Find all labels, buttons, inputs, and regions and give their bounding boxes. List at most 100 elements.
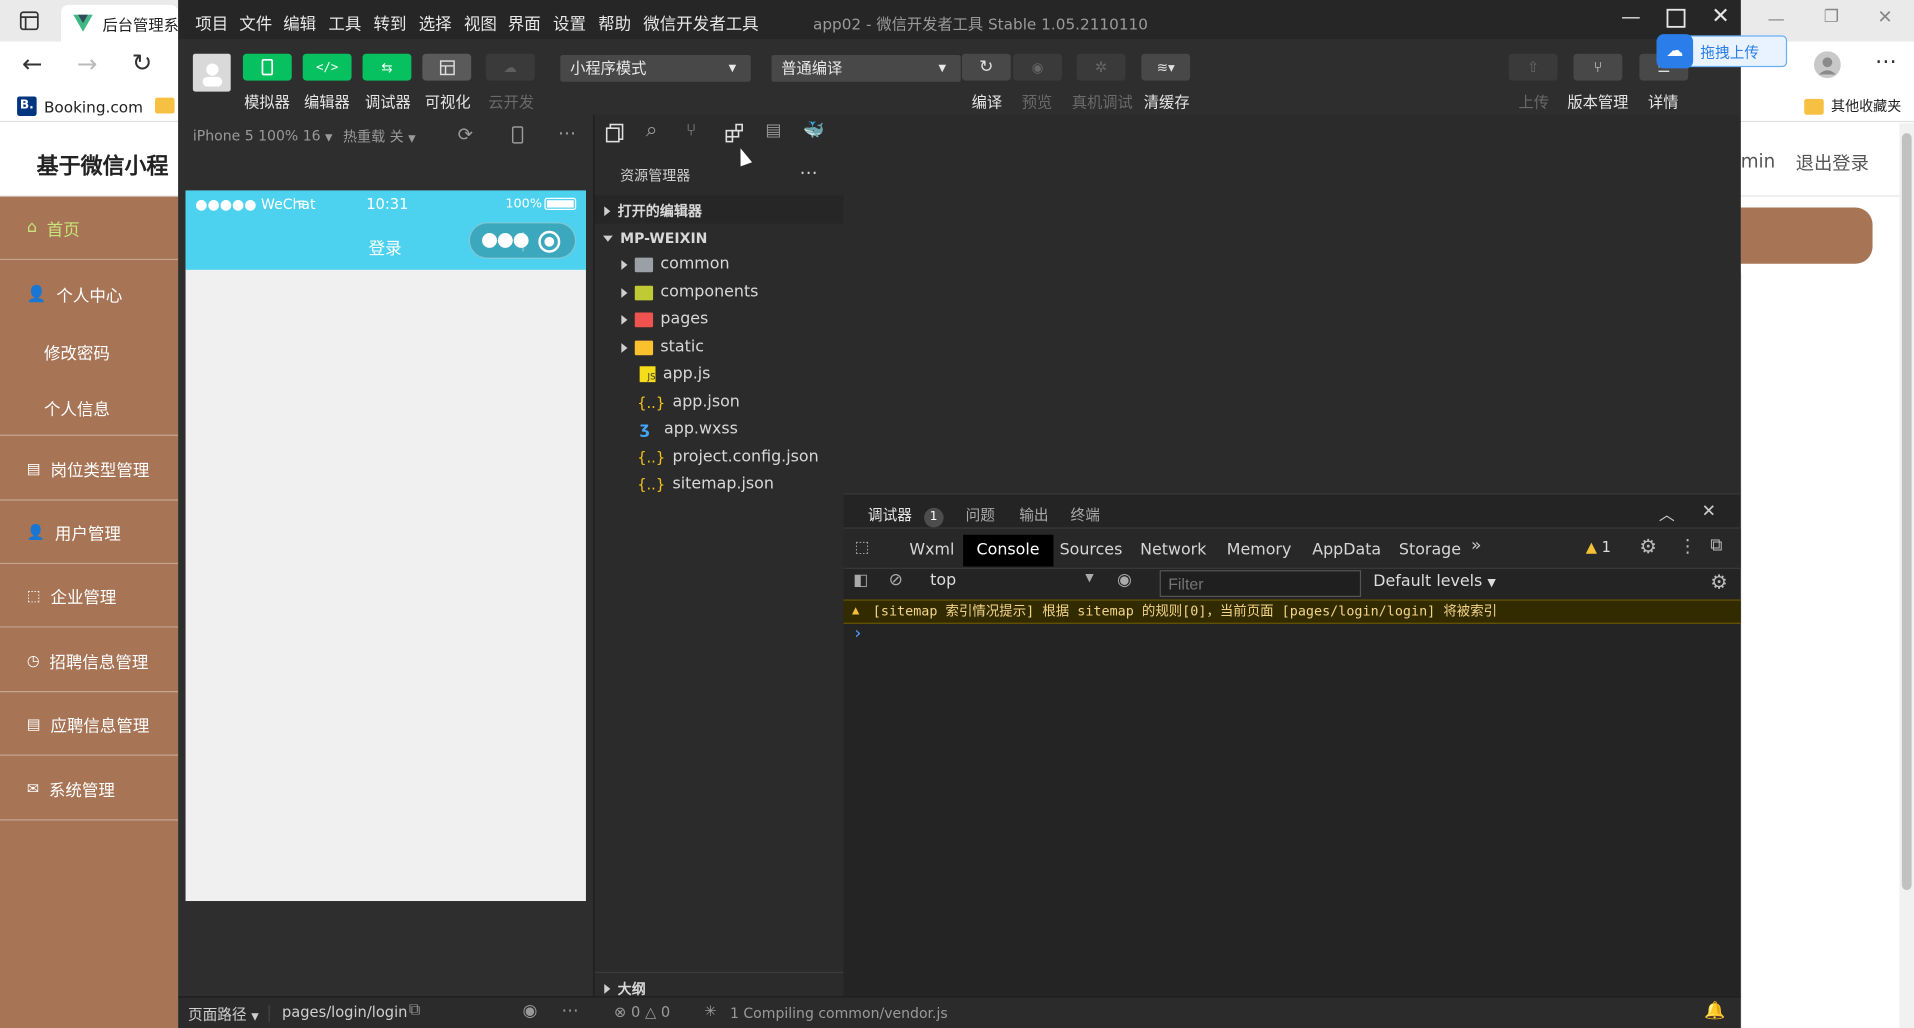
browser-minimize-button[interactable]: —	[1768, 10, 1785, 30]
sidebar-item-company-mgmt[interactable]: ⬚ 企业管理	[0, 564, 179, 628]
console-warning-row[interactable]: ▲ [sitemap 索引情况提示] 根据 sitemap 的规则[0]，当前页…	[843, 599, 1741, 624]
close-miniprogram-icon[interactable]	[538, 230, 561, 253]
docker-icon[interactable]: 🐳	[803, 121, 824, 141]
eye-icon[interactable]: ◉	[522, 1001, 537, 1021]
profile-avatar-icon[interactable]	[1813, 51, 1841, 79]
more-icon[interactable]: ⋯	[558, 122, 576, 144]
drag-upload-widget[interactable]: ☁ 拖拽上传	[1656, 34, 1788, 69]
menu-select[interactable]: 选择	[419, 10, 452, 35]
devtools-tab-memory[interactable]: Memory	[1213, 535, 1304, 567]
page-scrollbar[interactable]	[1899, 123, 1914, 1028]
menu-interface[interactable]: 界面	[508, 10, 541, 35]
forward-arrow-icon[interactable]: →	[77, 49, 97, 78]
project-root[interactable]: MP-WEIXIN	[603, 230, 707, 247]
sidebar-sub-change-password[interactable]: 修改密码	[44, 339, 110, 364]
devtools-tab-console[interactable]: Console	[963, 534, 1053, 567]
git-icon[interactable]: ⑂	[686, 121, 696, 141]
version-mgmt-button[interactable]: ⑂	[1573, 53, 1623, 81]
devtools-tab-appdata[interactable]: AppData	[1299, 535, 1395, 567]
back-arrow-icon[interactable]: ←	[22, 49, 42, 78]
page-path-dropdown[interactable]: 页面路径 ▼	[188, 1004, 259, 1025]
log-levels-select[interactable]: Default levels ▼	[1373, 573, 1496, 591]
menu-edit[interactable]: 编辑	[283, 10, 316, 35]
menu-settings[interactable]: 设置	[553, 10, 586, 35]
file-project-config[interactable]: {..} project.config.json	[637, 448, 818, 466]
menu-dots-icon[interactable]: ●●●	[481, 227, 530, 250]
device-select[interactable]: iPhone 5 100% 16 ▼	[193, 127, 333, 144]
more-icon[interactable]: ⋯	[562, 1001, 579, 1021]
folder-components[interactable]: components	[621, 283, 758, 302]
compile-button[interactable]: ↻	[961, 53, 1011, 81]
folder-static[interactable]: static	[621, 338, 704, 357]
tab-terminal[interactable]: 终端	[1071, 504, 1100, 525]
close-window-button[interactable]: ✕	[1711, 4, 1729, 30]
maximize-button[interactable]	[1666, 8, 1686, 29]
sidebar-item-home[interactable]: ⌂ 首页	[0, 197, 179, 261]
remote-debug-button[interactable]: ✲	[1076, 53, 1126, 81]
extensions-icon[interactable]	[725, 123, 745, 143]
sidebar-item-user-mgmt[interactable]: 👤 用户管理	[0, 501, 179, 565]
minimize-button[interactable]: —	[1621, 5, 1641, 28]
eye-icon[interactable]: ◉	[1117, 570, 1132, 590]
console-prompt[interactable]: ›	[854, 624, 861, 644]
storage-icon[interactable]: ▤	[765, 121, 781, 141]
menu-file[interactable]: 文件	[239, 10, 272, 35]
sidebar-item-personal-center[interactable]: 👤 个人中心	[0, 262, 178, 325]
kebab-menu-icon[interactable]: ⋮	[1678, 535, 1696, 557]
capsule-button[interactable]: ●●●	[468, 222, 577, 259]
debugger-button[interactable]: ⇆	[362, 53, 412, 81]
tab-output[interactable]: 输出	[1019, 504, 1048, 525]
more-tabs-icon[interactable]: »	[1471, 536, 1481, 556]
explorer-more-icon[interactable]: ⋯	[800, 161, 818, 183]
clear-console-icon[interactable]: ⊘	[889, 570, 903, 590]
logout-link[interactable]: 退出登录	[1796, 150, 1869, 176]
upload-button[interactable]: ⇧	[1508, 53, 1558, 81]
menu-project[interactable]: 项目	[195, 10, 228, 35]
browser-menu-icon[interactable]: ⋯	[1875, 49, 1897, 75]
menu-wechat-devtools[interactable]: 微信开发者工具	[643, 10, 758, 35]
clear-cache-button[interactable]: ≋▾	[1141, 53, 1191, 81]
files-icon[interactable]	[605, 123, 625, 143]
phone-icon[interactable]	[511, 126, 524, 144]
inspect-element-icon[interactable]: ⬚	[854, 538, 869, 556]
tab-problems[interactable]: 问题	[966, 504, 995, 525]
devtools-tab-sources[interactable]: Sources	[1046, 535, 1136, 567]
undock-icon[interactable]: ⧉	[1710, 536, 1722, 556]
bookmark-other[interactable]: 其他收藏夹	[1804, 96, 1901, 116]
sidebar-item-system-mgmt[interactable]: ✉ 系统管理	[0, 757, 179, 821]
simulator-button[interactable]	[242, 53, 292, 81]
bookmark-booking[interactable]: B. Booking.com	[17, 96, 143, 116]
cloud-button[interactable]: ☁	[485, 53, 535, 81]
mode-select[interactable]: 小程序模式 ▼	[560, 54, 751, 82]
context-select[interactable]: top ▼	[930, 571, 1094, 595]
sidebar-item-apply-mgmt[interactable]: ▤ 应聘信息管理	[0, 692, 179, 756]
preview-button[interactable]: ◉	[1013, 53, 1063, 81]
project-avatar[interactable]	[192, 53, 231, 92]
hot-reload-toggle[interactable]: 热重载 关 ▼	[343, 127, 416, 147]
open-editors-section[interactable]: 打开的编辑器	[604, 201, 702, 221]
tab-debugger[interactable]: 调试器 1	[868, 504, 944, 528]
refresh-icon[interactable]: ↻	[132, 48, 152, 77]
close-panel-icon[interactable]: ✕	[1702, 502, 1716, 522]
warning-counter[interactable]: ▲ 1	[1586, 538, 1611, 555]
editor-area[interactable]	[843, 114, 1741, 494]
browser-close-button[interactable]: ✕	[1877, 6, 1892, 28]
sidebar-sub-personal-info[interactable]: 个人信息	[44, 396, 110, 420]
copy-icon[interactable]: ⧉	[409, 1001, 420, 1019]
menu-tools[interactable]: 工具	[328, 10, 361, 35]
browser-tab[interactable]: 后台管理系	[61, 4, 178, 42]
devtools-tab-storage[interactable]: Storage	[1385, 535, 1474, 567]
console-settings-icon[interactable]: ⚙	[1710, 570, 1728, 593]
sidebar-item-recruit-mgmt[interactable]: ◷ 招聘信息管理	[0, 629, 179, 693]
scrollbar-thumb[interactable]	[1901, 133, 1912, 891]
rotate-icon[interactable]: ⟳	[458, 123, 473, 145]
file-app-json[interactable]: {..} app.json	[637, 393, 740, 411]
editor-button[interactable]: </>	[302, 53, 352, 81]
file-app-wxss[interactable]: ʒ app.wxss	[640, 420, 738, 438]
devtools-tab-wxml[interactable]: Wxml	[896, 535, 968, 567]
menu-help[interactable]: 帮助	[598, 10, 631, 35]
compile-select[interactable]: 普通编译 ▼	[771, 54, 961, 82]
sidebar-toggle-icon[interactable]: ◧	[853, 571, 868, 589]
visual-button[interactable]	[422, 53, 472, 81]
folder-pages[interactable]: pages	[621, 310, 708, 328]
